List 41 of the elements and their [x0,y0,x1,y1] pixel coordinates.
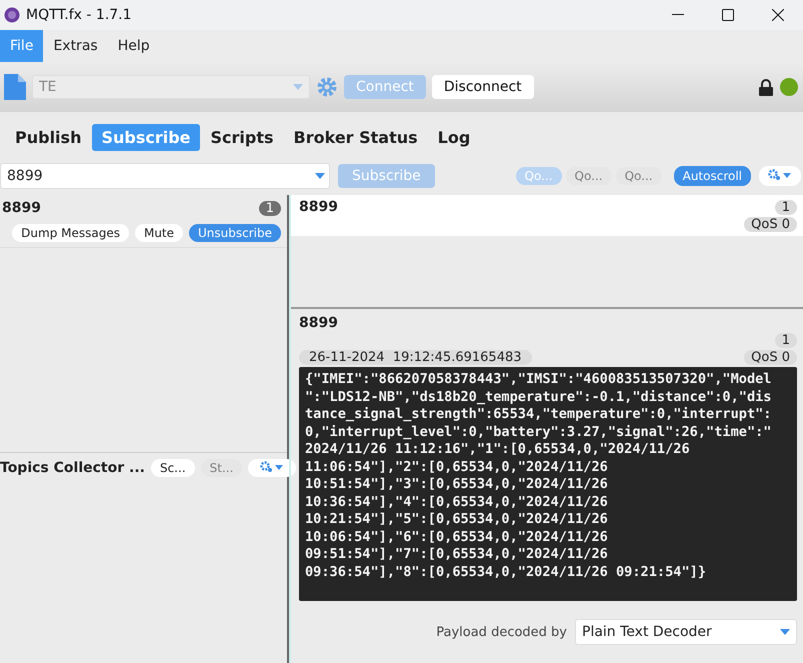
menu-item[interactable]: Help [108,30,160,62]
timestamp: 26-11-2024 19:12:45.69165483 [299,350,532,365]
settings-icon[interactable] [316,76,338,98]
qos-label: QoS 0 [744,217,797,232]
detail-topic: 8899 [299,315,339,331]
collector-options-button[interactable] [248,459,296,477]
topics-collector-title: Topics Collector ... [0,460,145,476]
app-logo-icon [4,7,20,23]
message-item[interactable]: 8899 1 QoS 0 [291,195,803,236]
tab[interactable]: Publish [6,124,90,151]
disconnect-button[interactable]: Disconnect [432,75,534,99]
decoder-label: Payload decoded by [436,624,567,640]
payload-text: {"IMEI":"866207058378443","IMSI":"460083513507320","Model ":"LDS12-NB","ds18b20_temperature":-0.1,"distance":0,"dis tance_signal_strength":65534,"temperature":0,"interrupt": 0,"interrupt_level":0,"battery":3.27,"signal":26,"time":" 2024/11/26 11:12:16","1":[0,65534,0,"2024/11/26 11:06:54"],"2":[0,65534,0,"2024/11/26 10:51:54"],"3":[0,65534,0,"2024/11/26 10:36:54"],"4":[0,65534,0,"2024/11/26 10:21:54"],"5":[0,65534,0,"2024/11/26 10:06:54"],"6":[0,65534,0,"2024/11/26 09:51:54"],"7":[0,65534,0,"2024/11/26 09:36:54"],"8":[0,65534,0,"2024/11/26 09:21:54"]} [299,367,797,601]
caret-icon [780,629,790,635]
topic-field[interactable]: 8899 [0,163,330,189]
tab[interactable]: Broker Status [284,124,427,151]
message-topic: 8899 [299,199,338,215]
menu-item[interactable]: Extras [43,30,108,62]
decoder-dropdown[interactable]: Plain Text Decoder [575,619,797,645]
minimize-icon[interactable] [672,14,684,16]
qos-label: QoS 0 [744,350,797,365]
caret-icon [293,84,303,90]
action-button[interactable]: Dump Messages [12,224,129,242]
tab[interactable]: Scripts [202,124,283,151]
subscription-item[interactable]: 8899 1 Dump Messages Mute Unsubscribe [0,195,287,248]
window-title: MQTT.fx - 1.7.1 [26,7,133,23]
tab[interactable]: Log [428,124,480,151]
collector-button[interactable]: Sc... [150,459,195,477]
options-button[interactable] [759,166,801,186]
action-button[interactable]: Mute [134,224,184,242]
lock-icon [759,78,773,96]
gears-icon [260,460,284,472]
message-count: 1 [258,200,281,216]
document-icon[interactable] [4,74,26,100]
gears-icon [768,168,792,180]
caret-icon [315,173,325,179]
message-number: 1 [774,200,797,214]
maximize-icon[interactable] [722,9,734,21]
message-number: 1 [774,333,797,348]
close-icon[interactable] [772,9,784,21]
subscription-topic: 8899 [2,200,41,216]
